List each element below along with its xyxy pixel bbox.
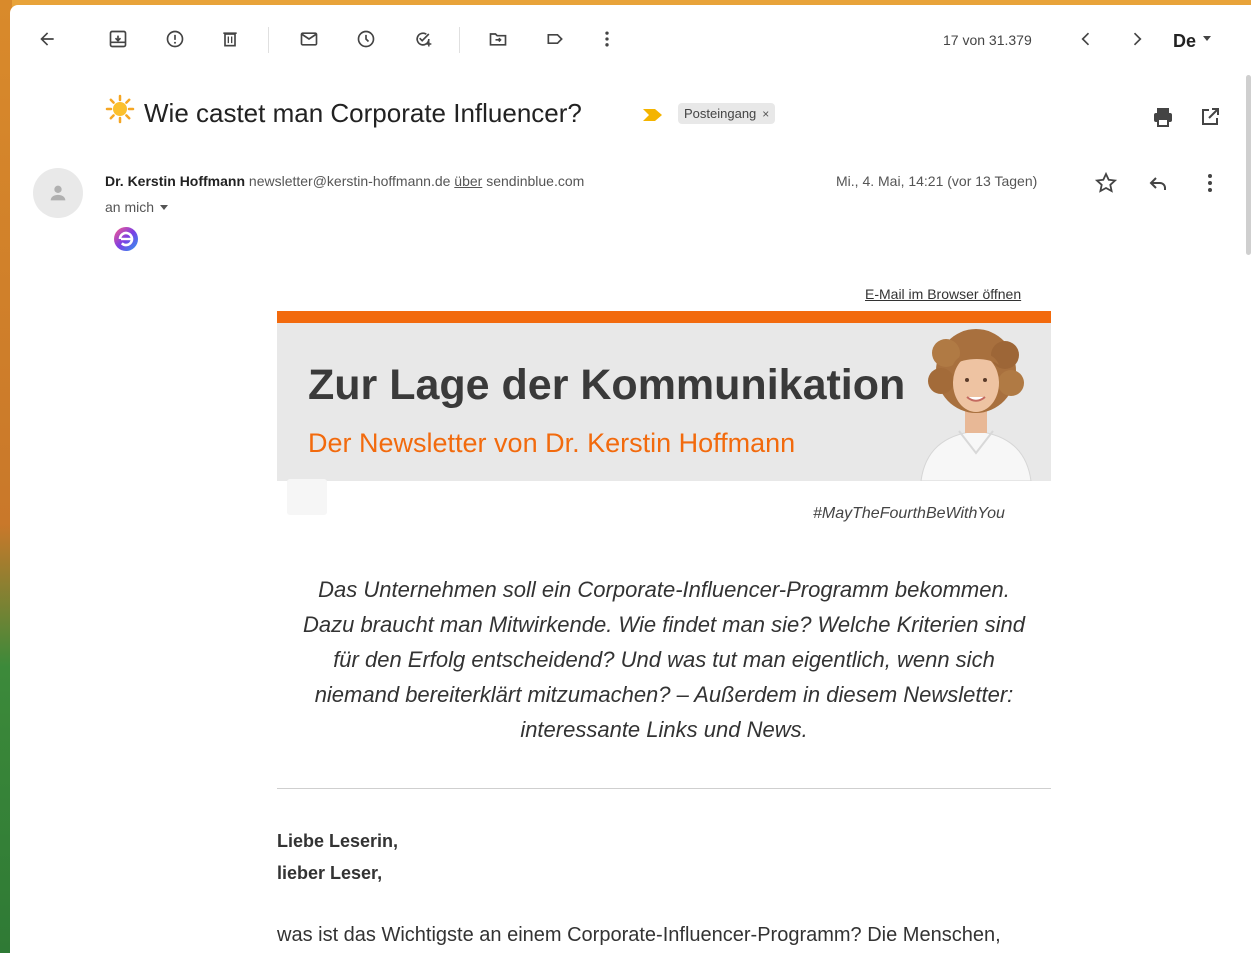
archive-icon[interactable] — [107, 28, 129, 50]
snooze-icon[interactable] — [355, 28, 377, 50]
banner-title: Zur Lage der Kommunikation — [308, 361, 906, 409]
via-link[interactable]: über — [454, 173, 482, 189]
greeting-line: Liebe Leserin, — [277, 831, 399, 851]
message-counter: 17 von 31.379 — [943, 32, 1032, 48]
open-in-new-window-icon[interactable] — [1198, 105, 1222, 129]
sender-line: Dr. Kerstin Hoffmann newsletter@kerstin-… — [105, 173, 584, 189]
toolbar-divider — [459, 27, 460, 53]
intro-line: für den Erfolg entscheidend? Und was tut… — [333, 647, 995, 672]
message-date: Mi., 4. Mai, 14:21 (vor 13 Tagen) — [836, 173, 1038, 189]
greeting: Liebe Leserin, lieber Leser, — [277, 825, 398, 889]
subject-row: Wie castet man Corporate Influencer? Pos… — [10, 93, 1251, 133]
message-toolbar: 17 von 31.379 De — [10, 5, 1251, 67]
back-arrow-icon[interactable] — [36, 28, 58, 50]
email-subject: Wie castet man Corporate Influencer? — [144, 98, 582, 128]
chevron-down-icon[interactable] — [1203, 36, 1211, 41]
older-chevron-right-icon[interactable] — [1126, 28, 1148, 50]
extension-logo-icon[interactable] — [113, 226, 139, 252]
body-paragraph: was ist das Wichtigste an einem Corporat… — [277, 924, 1001, 946]
intro-line: Dazu braucht man Mitwirkende. Wie findet… — [302, 612, 1026, 637]
recipient-details-toggle[interactable]: an mich — [105, 199, 169, 215]
newsletter-banner: Zur Lage der Kommunikation Der Newslette… — [277, 311, 1051, 481]
newsletter-intro: Das Unternehmen soll ein Corporate-Influ… — [277, 572, 1051, 747]
star-icon[interactable] — [1094, 171, 1118, 195]
intro-line: Das Unternehmen soll ein Corporate-Influ… — [318, 577, 1010, 602]
greeting-line: lieber Leser, — [277, 863, 383, 883]
recipient-label: an mich — [105, 199, 155, 215]
newer-chevron-left-icon[interactable] — [1075, 28, 1097, 50]
toolbar-divider — [268, 27, 269, 53]
inbox-label-chip: Posteingang × — [678, 103, 776, 124]
label-icon[interactable] — [544, 28, 566, 50]
add-task-icon[interactable] — [412, 28, 434, 50]
remove-label-button[interactable]: × — [762, 107, 769, 121]
gmail-message-view: 17 von 31.379 De Wie castet man Corporat… — [10, 5, 1251, 953]
person-icon — [50, 185, 66, 201]
reply-icon[interactable] — [1146, 171, 1170, 195]
label-name: Posteingang — [684, 106, 757, 121]
hashtag: #MayTheFourthBeWithYou — [813, 505, 1005, 522]
chevron-down-icon — [160, 204, 169, 210]
author-portrait-image — [920, 329, 1032, 481]
divider — [277, 788, 1051, 789]
report-spam-icon[interactable] — [164, 28, 186, 50]
sun-emoji-icon — [105, 94, 135, 124]
avatar[interactable] — [33, 168, 83, 218]
delete-icon[interactable] — [219, 28, 241, 50]
important-marker-icon[interactable] — [642, 108, 664, 122]
sender-name[interactable]: Dr. Kerstin Hoffmann — [105, 173, 245, 189]
intro-line: niemand bereiterklärt mitzumachen? – Auß… — [314, 682, 1014, 707]
input-language-selector[interactable]: De — [1173, 31, 1196, 52]
more-vert-icon[interactable] — [596, 28, 618, 50]
sender-email: newsletter@kerstin-hoffmann.de — [248, 173, 451, 189]
banner-subtitle: Der Newsletter von Dr. Kerstin Hoffmann — [308, 428, 796, 458]
mark-unread-icon[interactable] — [298, 28, 320, 50]
via-domain: sendinblue.com — [486, 173, 585, 189]
more-vert-icon[interactable] — [1198, 171, 1222, 195]
open-in-browser-link[interactable]: E-Mail im Browser öffnen — [865, 286, 1021, 302]
image-placeholder — [287, 479, 327, 515]
print-icon[interactable] — [1151, 105, 1175, 129]
intro-line: interessante Links und News. — [520, 717, 808, 742]
move-to-icon[interactable] — [487, 28, 509, 50]
